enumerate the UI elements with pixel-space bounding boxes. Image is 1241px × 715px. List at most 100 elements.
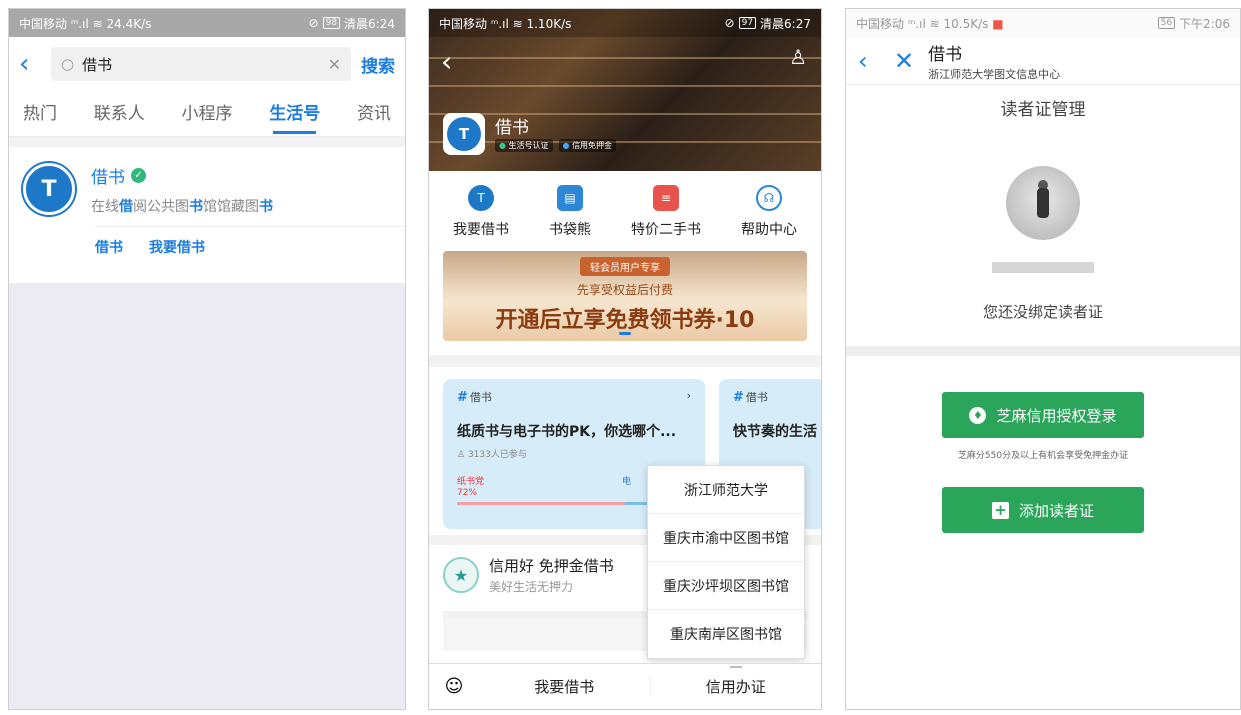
card-tag: # 借书 › (457, 389, 691, 405)
chevron-left-icon[interactable]: ‹ (441, 45, 452, 78)
nav-bar: ‹ ✕ 借书 浙江师范大学图文信息中心 (846, 37, 1240, 85)
robot-icon[interactable]: ☺ (429, 676, 479, 697)
link-borrow[interactable]: 借书 (95, 237, 123, 257)
chevron-left-icon[interactable]: ‹ (858, 49, 880, 73)
vote-label-2: 电 (621, 477, 631, 487)
page-subtitle: 浙江师范大学图文信息中心 (928, 67, 1061, 81)
desc-highlight: 书 (259, 199, 273, 215)
bottom-menu-credit-card[interactable]: 信用办证 (649, 666, 822, 697)
bottom-menu-label: 信用办证 (705, 678, 766, 696)
alarm-off-icon: ⊘ (724, 16, 735, 30)
card-tag-text: 借书 (745, 391, 768, 404)
tab-life-accounts[interactable]: 生活号 (269, 99, 320, 134)
result-quick-links: 借书 我要借书 (95, 226, 405, 275)
clear-icon[interactable]: ✕ (328, 55, 341, 74)
tab-mini-programs[interactable]: 小程序 (182, 99, 233, 128)
plus-icon: + (991, 501, 1009, 519)
zhima-credit-login-button[interactable]: ♦ 芝麻信用授权登录 (942, 392, 1144, 438)
result-desc: 在线借阅公共图书馆馆藏图书 (91, 196, 273, 216)
credit-title: 信用好 免押金借书 (489, 557, 614, 575)
clock: 下午2:06 (1179, 16, 1230, 31)
tag-verified-text: 生活号认证 (508, 141, 549, 150)
card-tag-text: 借书 (469, 391, 492, 404)
hashtag-icon: # (733, 390, 744, 405)
popup-item[interactable]: 浙江师范大学 (648, 466, 804, 514)
desc-highlight: 借 (119, 199, 133, 215)
net-speed: 24.4K/s (106, 16, 152, 31)
tab-news[interactable]: 资讯 (357, 99, 391, 128)
net-speed: 1.10K/s (526, 16, 572, 31)
section-heading: 读者证管理 (1000, 100, 1086, 120)
credit-subtitle: 美好生活无押力 (489, 580, 574, 594)
desc-part: 阅公共图 (133, 199, 189, 215)
result-title-text: 借书 (91, 168, 125, 188)
popup-item[interactable]: 重庆沙坪坝区图书馆 (648, 562, 804, 610)
banner-title: 开通后立享免费领书券·10 (495, 308, 755, 333)
result-item[interactable]: T 借书 ✓ 在线借阅公共图书馆馆藏图书 (9, 147, 405, 226)
link-want-borrow[interactable]: 我要借书 (149, 237, 205, 257)
headset-icon: ☊ (756, 185, 782, 211)
menu-label: 帮助中心 (741, 222, 797, 238)
desc-part: 馆馆藏图 (203, 199, 259, 215)
star-icon: ★ (443, 557, 479, 593)
flame-icon: ● (562, 141, 570, 150)
desc-highlight: 书 (189, 199, 203, 215)
search-value: 借书 (82, 55, 113, 74)
avatar-figure (1037, 188, 1049, 218)
screen-reader-card: 中国移动 ᵐ.ıl ≋ 10.5K/s ■ 56 下午2:06 ‹ ✕ 借书 浙江… (845, 8, 1241, 710)
menu-label: 书袋熊 (549, 222, 591, 238)
chevron-right-icon[interactable]: › (687, 389, 691, 405)
unbound-message: 您还没绑定读者证 (982, 303, 1103, 321)
status-bar: 中国移动 ᵐ.ıl ≋ 10.5K/s ■ 56 下午2:06 (846, 9, 1240, 37)
people-icon: ♙ (457, 450, 466, 460)
popup-item[interactable]: 重庆南岸区图书馆 (648, 610, 804, 658)
user-icon[interactable]: ♙ (789, 45, 807, 69)
search-bar: ‹ ○ 借书 ✕ 搜索 (9, 37, 405, 91)
library-popup-menu: 浙江师范大学 重庆市渝中区图书馆 重庆沙坪坝区图书馆 重庆南岸区图书馆 (647, 465, 805, 659)
bottom-menu-borrow[interactable]: 我要借书 (479, 676, 650, 697)
menu-book-bear[interactable]: ▤ 书袋熊 (549, 185, 591, 239)
participants-text: 3133人已参与 (467, 450, 527, 460)
divider (9, 137, 405, 147)
banner-subtitle: 先享受权益后付费 (576, 283, 673, 297)
carrier: 中国移动 (856, 16, 905, 31)
blurred-username (992, 262, 1094, 273)
card-tag: # 借书 (733, 389, 815, 405)
feature-menu: T 我要借书 ▤ 书袋熊 ≡ 特价二手书 ☊ 帮助中心 (429, 171, 821, 247)
alarm-off-icon: ⊘ (308, 16, 319, 30)
add-button-label: 添加读者证 (1018, 501, 1094, 520)
result-title[interactable]: 借书 ✓ (91, 163, 273, 188)
net-speed: 10.5K/s (943, 16, 989, 31)
menu-indicator-icon (729, 666, 742, 668)
vote-label: 纸书党 (457, 477, 485, 487)
chevron-left-icon[interactable]: ‹ (19, 51, 41, 77)
carrier: 中国移动 (439, 16, 488, 31)
status-bar: 中国移动 ᵐ.ıl ≋ 24.4K/s ⊘ 98 清晨6:24 (9, 9, 405, 37)
zhima-button-label: 芝麻信用授权登录 (996, 406, 1117, 425)
verified-shield-icon: ✓ (131, 168, 146, 183)
carrier: 中国移动 (19, 16, 68, 31)
screen-life-account: 中国移动 ᵐ.ıl ≋ 1.10K/s ⊘ 97 清晨6:27 ‹ ♙ T 借书 ●… (428, 8, 822, 710)
divider (429, 355, 821, 367)
menu-help-center[interactable]: ☊ 帮助中心 (741, 185, 797, 239)
popup-item[interactable]: 重庆市渝中区图书馆 (648, 514, 804, 562)
tag-deposit-free: ● 信用免押金 (558, 139, 617, 152)
card-title: 纸质书与电子书的PK，你选哪个... (457, 424, 677, 440)
search-input[interactable]: ○ 借书 ✕ (51, 47, 351, 81)
battery-icon: 56 (1157, 17, 1176, 29)
menu-second-hand[interactable]: ≡ 特价二手书 (631, 185, 701, 239)
tab-hot[interactable]: 热门 (23, 99, 57, 128)
status-bar: 中国移动 ᵐ.ıl ≋ 1.10K/s ⊘ 97 清晨6:27 (429, 9, 821, 37)
tab-contacts[interactable]: 联系人 (94, 99, 145, 128)
tag-deposit-free-text: 信用免押金 (572, 141, 613, 150)
close-icon[interactable]: ✕ (894, 49, 914, 73)
menu-borrow-book[interactable]: T 我要借书 (453, 185, 509, 239)
carousel-indicator (619, 332, 631, 335)
card-participants: ♙ 3133人已参与 (457, 447, 691, 460)
search-button[interactable]: 搜索 (361, 52, 395, 77)
add-reader-card-button[interactable]: + 添加读者证 (942, 487, 1144, 533)
shield-icon: ● (499, 141, 506, 150)
avatar[interactable] (1006, 166, 1080, 240)
promo-banner[interactable]: 轻会员用户专享 先享受权益后付费 开通后立享免费领书券·10 (443, 251, 807, 341)
account-tags: ● 生活号认证 ● 信用免押金 (495, 139, 617, 152)
